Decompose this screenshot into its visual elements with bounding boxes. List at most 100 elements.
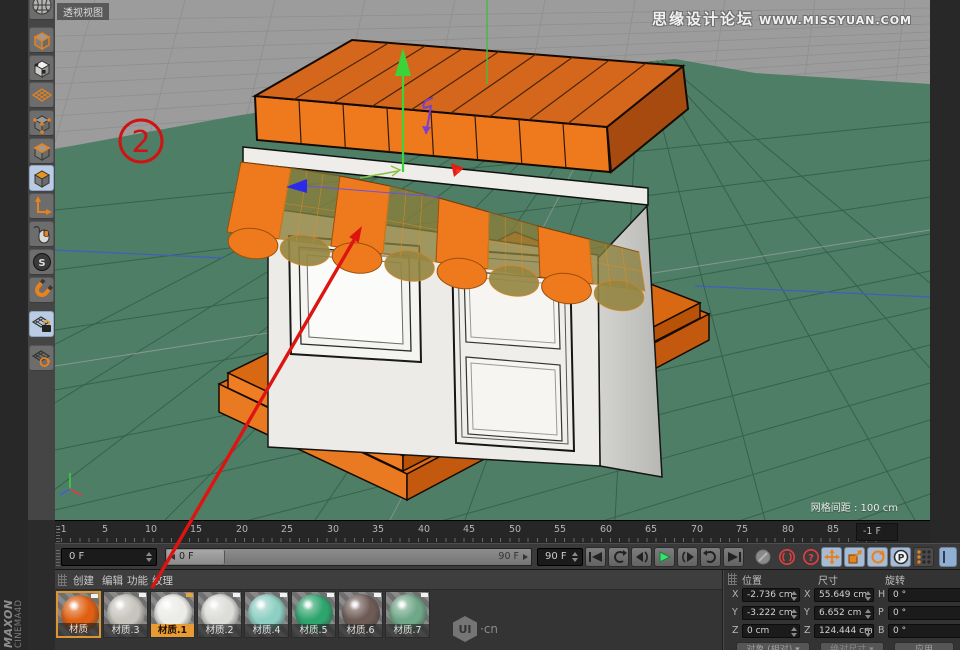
pos-y-field[interactable]: -3.222 cm	[742, 606, 800, 620]
coords-grip[interactable]	[728, 573, 737, 585]
left-arrow-icon	[170, 554, 175, 560]
rot-h-field[interactable]: 0 °	[888, 588, 960, 602]
right-spacer	[930, 0, 960, 520]
apply-button[interactable]: 应用	[894, 642, 954, 650]
stepper[interactable]	[865, 609, 872, 619]
watermark: 思缘设计论坛 WWW.MISSYUAN.COM	[652, 8, 912, 29]
scene-canvas	[55, 0, 930, 520]
edge-mode-icon[interactable]	[29, 138, 54, 164]
goto-start-button[interactable]	[585, 547, 606, 567]
axis-label: Y	[804, 607, 810, 618]
p-badge: P	[897, 554, 904, 564]
workplane-lock-icon[interactable]	[29, 311, 54, 337]
coord-row-x: X -2.736 cm X 55.649 cm H 0 °	[728, 588, 960, 602]
header-position: 位置	[742, 572, 762, 587]
material-item[interactable]: 材质.2	[197, 591, 242, 638]
tick-label: 5	[95, 524, 115, 535]
timeline-slider-handle[interactable]: 0 F	[167, 550, 225, 564]
axis-mode-icon[interactable]	[29, 193, 54, 219]
header-size: 尺寸	[818, 572, 838, 587]
timeline-slider[interactable]: 0 F 90 F	[165, 548, 532, 566]
stepper[interactable]	[865, 591, 872, 601]
s-badge: S	[38, 258, 45, 269]
used-marker	[280, 593, 287, 597]
pos-z-field[interactable]: 0 cm	[742, 624, 800, 638]
stepper[interactable]	[791, 609, 798, 619]
transport-grip[interactable]	[56, 548, 60, 566]
autokey-help-button[interactable]: ?	[800, 547, 821, 567]
mode-dropdown[interactable]: 对象 (相对) ▾	[736, 642, 810, 650]
tick-label: 60	[596, 524, 616, 535]
size-y-field[interactable]: 6.652 cm	[814, 606, 874, 620]
used-marker	[327, 593, 334, 597]
material-label: 材质.6	[339, 624, 382, 637]
tick-label: -1	[55, 524, 69, 535]
polygon-mode-icon[interactable]	[29, 165, 54, 191]
soft-selection-icon[interactable]: S	[29, 249, 54, 275]
coordinate-manager: 位置 尺寸 旋转 X -2.736 cm X 55.649 cm H 0 ° Y…	[724, 570, 960, 650]
tick-label: 20	[232, 524, 252, 535]
texture-mode-icon[interactable]	[29, 55, 54, 81]
end-frame-field[interactable]: 90 F	[537, 548, 583, 566]
viewport-solo-icon[interactable]	[29, 221, 54, 247]
keyframe-disabled-button[interactable]	[752, 547, 773, 567]
endframe-stepper[interactable]	[572, 552, 579, 562]
rot-b-field[interactable]: 0 °	[888, 624, 960, 638]
loop-forward-button[interactable]	[700, 547, 721, 567]
record-scale-toggle[interactable]	[844, 547, 865, 567]
size-x-field[interactable]: 55.649 cm	[814, 588, 874, 602]
menu-create[interactable]: 创建	[73, 573, 94, 588]
loop-back-button[interactable]	[608, 547, 629, 567]
record-rotation-toggle[interactable]	[867, 547, 888, 567]
pos-x-field[interactable]: -2.736 cm	[742, 588, 800, 602]
material-item[interactable]: 材质.1	[150, 591, 195, 638]
brand-maxon: MAXON	[4, 568, 14, 648]
used-marker	[233, 593, 240, 597]
menu-function[interactable]: 功能	[127, 573, 148, 588]
menu-edit[interactable]: 编辑	[102, 573, 123, 588]
point-mode-icon[interactable]	[29, 110, 54, 136]
snap-icon[interactable]	[29, 277, 54, 303]
used-marker	[186, 593, 193, 597]
viewport-label[interactable]: 透视视图	[57, 3, 109, 20]
material-item[interactable]: 材质.4	[244, 591, 289, 638]
workplane-mode-icon[interactable]	[29, 82, 54, 108]
tick-label: 10	[141, 524, 161, 535]
stepper[interactable]	[791, 591, 798, 601]
axis-label: P	[878, 607, 884, 618]
viewport-3d[interactable]: 透视视图 思缘设计论坛 WWW.MISSYUAN.COM 网格间距 : 100 …	[55, 0, 930, 520]
record-keyframe-button[interactable]	[776, 547, 797, 567]
tick-label: 65	[641, 524, 661, 535]
ruler-spacer	[930, 520, 960, 543]
play-button[interactable]	[654, 547, 675, 567]
rot-p-field[interactable]: 0 °	[888, 606, 960, 620]
used-marker	[374, 593, 381, 597]
material-item[interactable]: 材质	[56, 591, 101, 638]
frame-stepper[interactable]	[146, 552, 153, 562]
record-parameter-toggle[interactable]: P	[890, 547, 911, 567]
stepper[interactable]	[791, 627, 798, 637]
material-item[interactable]: 材质.6	[338, 591, 383, 638]
size-z-field[interactable]: 124.444 cm	[814, 624, 874, 638]
stepper[interactable]	[865, 627, 872, 637]
record-position-toggle[interactable]	[821, 547, 842, 567]
record-point-level-toggle[interactable]	[913, 547, 934, 567]
material-menubar: 创建 编辑 功能 纹理	[55, 570, 722, 590]
clipped-toggle[interactable]	[939, 547, 957, 567]
previous-key-button[interactable]	[631, 547, 652, 567]
workplane-rotate-icon[interactable]	[29, 345, 54, 371]
render-view-icon[interactable]	[29, 0, 54, 20]
ruler-ticks	[61, 538, 882, 542]
material-item[interactable]: 材质.3	[103, 591, 148, 638]
material-menu-grip[interactable]	[58, 574, 67, 586]
current-frame-field[interactable]: 0 F	[61, 548, 157, 566]
goto-end-button[interactable]	[723, 547, 744, 567]
next-key-button[interactable]	[677, 547, 698, 567]
menu-texture[interactable]: 纹理	[152, 573, 173, 588]
material-item[interactable]: 材质.7	[385, 591, 430, 638]
brand-cinema4d: CINEMA4D	[14, 568, 24, 648]
size-mode-dropdown[interactable]: 绝对尺寸 ▾	[820, 642, 884, 650]
timeline-ruler[interactable]: -1 5 10 15 20 25 30 35 40 45 50 55 60 65…	[55, 520, 930, 543]
model-mode-icon[interactable]	[29, 27, 54, 53]
material-item[interactable]: 材质.5	[291, 591, 336, 638]
